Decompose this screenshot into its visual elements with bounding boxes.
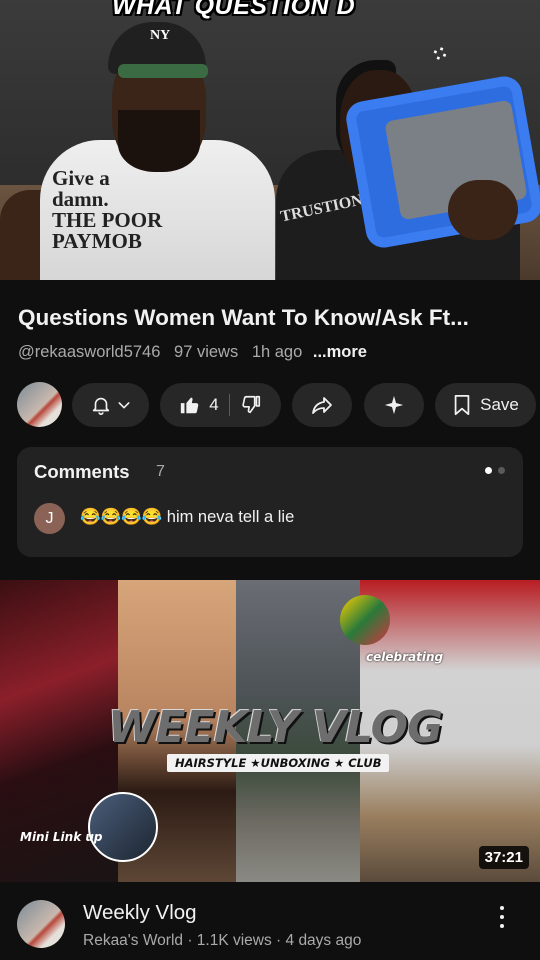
video-overlay-caption: WHAT QUESTION D [112, 0, 356, 20]
menu-dot [500, 906, 504, 910]
thumbs-up-icon[interactable] [179, 394, 201, 416]
comments-title: Comments [34, 461, 130, 482]
thumb-title-text: WEEKLY VLOG [108, 702, 443, 753]
video-shirt-print: Give a damn. THE POOR PAYMOB [52, 166, 163, 253]
more-button[interactable]: ...more [313, 343, 367, 361]
thumb-subtitle-text: HAIRSTYLE ★UNBOXING ★ CLUB [167, 754, 390, 772]
upload-age: 1h ago [251, 343, 303, 361]
like-divider [228, 394, 230, 416]
thumb-inset-photo [88, 792, 158, 862]
thumb-sticker-celebrating: celebrating [366, 650, 444, 664]
next-video-channel-avatar[interactable] [17, 900, 65, 948]
video-meta[interactable]: @rekaasworld5746 97 views 1h ago ...more [18, 343, 367, 362]
bell-icon [92, 397, 109, 415]
share-icon [312, 397, 332, 414]
bookmark-icon [454, 394, 470, 416]
commenter-avatar: J [34, 503, 65, 534]
channel-avatar[interactable] [17, 382, 62, 427]
video-hand [448, 180, 518, 240]
next-video-meta: Rekaa's World · 1.1K views · 4 days ago [83, 932, 362, 949]
cap-logo: NY [150, 28, 171, 43]
carousel-dot [498, 467, 505, 474]
view-count: 97 views [174, 343, 239, 361]
menu-dot [500, 924, 504, 928]
comments-count: 7 [156, 463, 165, 480]
video-person1-beard [118, 110, 200, 172]
like-count: 4 [209, 395, 219, 414]
like-dislike-group: 4 [160, 383, 281, 427]
chevron-down-icon [118, 402, 129, 409]
more-vert-icon[interactable] [492, 903, 512, 931]
duration-badge: 37:21 [478, 846, 529, 869]
video-title[interactable]: Questions Women Want To Know/Ask Ft... [18, 305, 523, 331]
share-button[interactable] [292, 383, 352, 427]
menu-dot [500, 915, 504, 919]
save-button[interactable]: Save [435, 383, 536, 427]
comments-card[interactable]: Comments 7 J 😂😂😂😂 him neva tell a lie [17, 447, 523, 557]
thumb-sticker-link: Mini Link up [20, 830, 103, 844]
sparkle-icon [384, 395, 404, 415]
carousel-dots [485, 467, 505, 474]
video-player[interactable]: Give a damn. THE POOR PAYMOB NY TRUSTION… [0, 0, 540, 280]
thumb-inset-photo-2 [340, 595, 390, 645]
next-video-title[interactable]: Weekly Vlog [83, 901, 197, 925]
next-video-thumbnail[interactable]: celebrating Mini Link up WEEKLY VLOG HAI… [0, 580, 540, 882]
video-cap-brim [118, 64, 208, 78]
carousel-dot-active [485, 467, 492, 474]
action-bar: 4 Save [0, 382, 540, 428]
top-comment-text: 😂😂😂😂 him neva tell a lie [80, 508, 295, 526]
save-label: Save [480, 395, 519, 414]
ask-button[interactable] [364, 383, 424, 427]
channel-handle[interactable]: @rekaasworld5746 [18, 343, 160, 361]
thumbs-down-icon[interactable] [240, 394, 262, 416]
subscribe-notification-button[interactable] [72, 383, 149, 427]
